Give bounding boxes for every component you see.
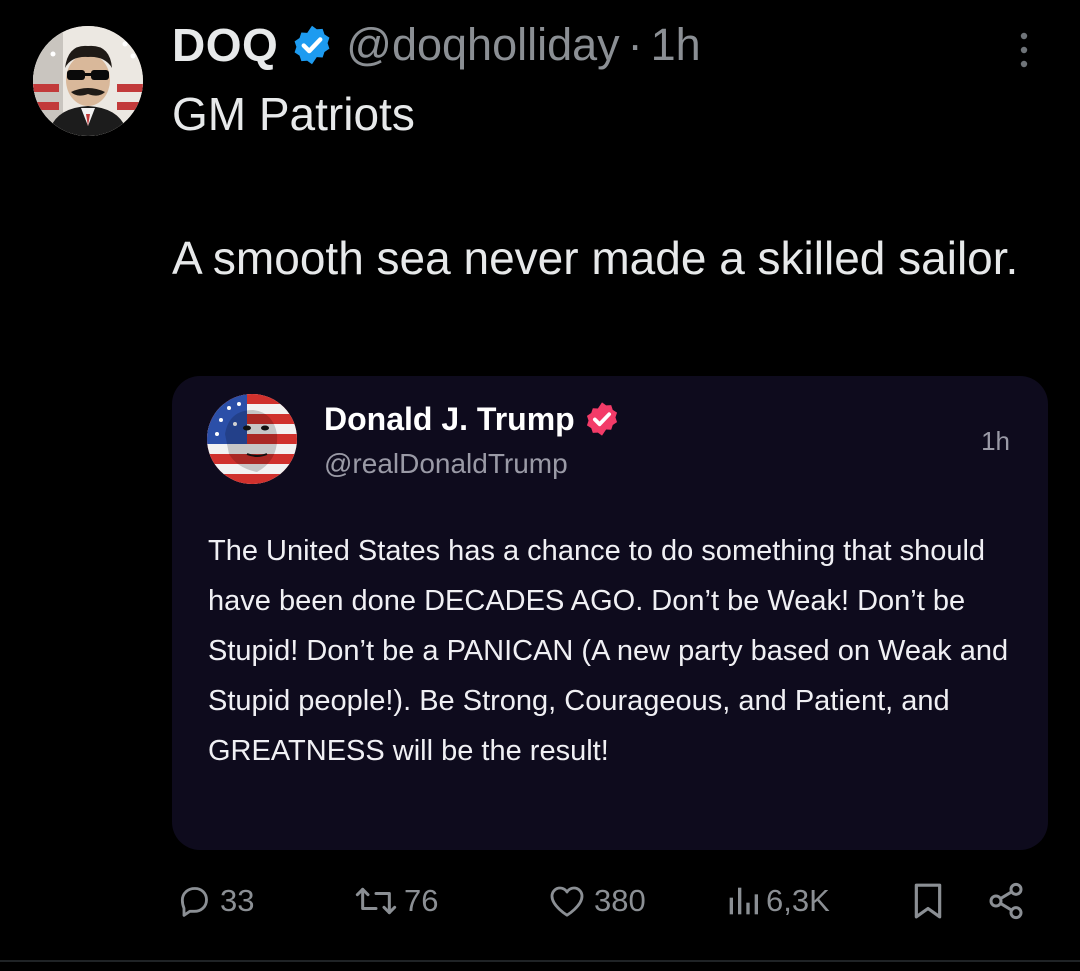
- repost-button[interactable]: 76: [354, 874, 438, 928]
- share-button[interactable]: [986, 874, 1026, 928]
- heart-icon: [550, 886, 584, 917]
- quoted-post-time: 1h: [981, 426, 1010, 456]
- views-count: 6,3K: [766, 883, 830, 918]
- post-time[interactable]: 1h: [651, 19, 701, 71]
- post-text-line: A smooth sea never made a skilled sailor…: [172, 232, 1019, 284]
- repost-icon: [355, 887, 397, 915]
- reply-count: 33: [220, 883, 255, 918]
- like-count: 380: [594, 883, 646, 918]
- more-vertical-icon[interactable]: [1015, 30, 1033, 70]
- bookmark-icon: [914, 883, 942, 919]
- quoted-author-row: Donald J. Trump: [324, 400, 621, 438]
- bookmark-button[interactable]: [910, 874, 946, 928]
- divider: [0, 960, 1080, 962]
- repost-count: 76: [404, 883, 439, 918]
- quoted-author-avatar[interactable]: [207, 394, 297, 484]
- reply-button[interactable]: 33: [174, 874, 254, 928]
- quoted-post-text: The United States has a chance to do som…: [208, 535, 1009, 767]
- separator-dot: ·: [627, 19, 643, 70]
- post-text-spacer: [172, 150, 1052, 222]
- views-icon: [729, 887, 758, 915]
- post-header: DOQ @doqholliday · 1h: [172, 14, 701, 76]
- post: DOQ @doqholliday · 1h GM Patriots A smoo…: [0, 0, 1080, 971]
- verified-badge-icon: [586, 402, 617, 436]
- author-display-name[interactable]: DOQ: [172, 18, 278, 72]
- post-text-line: GM Patriots: [172, 88, 415, 140]
- quoted-author-handle[interactable]: @realDonaldTrump: [324, 448, 568, 480]
- quoted-author-display-name[interactable]: Donald J. Trump: [324, 401, 575, 438]
- like-button[interactable]: 380: [546, 874, 646, 928]
- share-icon: [989, 882, 1023, 920]
- author-avatar[interactable]: [33, 26, 143, 136]
- quoted-post-card[interactable]: Donald J. Trump @realDonaldTrump 1h The …: [172, 376, 1048, 850]
- reply-icon: [180, 887, 208, 917]
- post-text: GM Patriots A smooth sea never made a sk…: [172, 78, 1052, 294]
- author-handle[interactable]: @doqholliday: [346, 19, 619, 71]
- verified-badge-icon: [294, 25, 330, 65]
- action-bar: 33 76 380 6,3K: [172, 874, 1032, 928]
- views-button[interactable]: 6,3K: [726, 874, 830, 928]
